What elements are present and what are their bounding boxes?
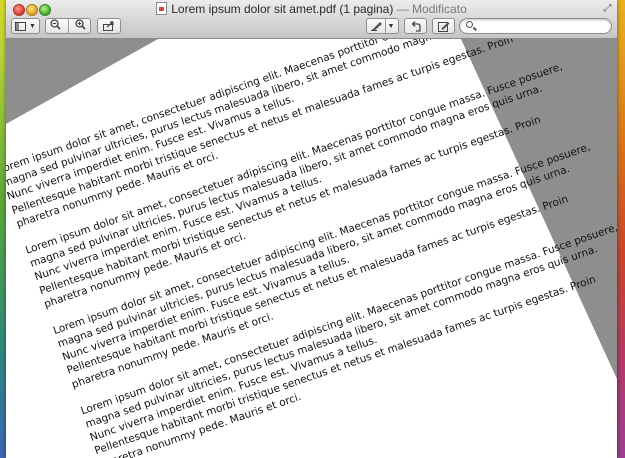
zoom-out-button[interactable] <box>46 19 66 33</box>
toolbar: ▼ ▼ <box>6 17 617 37</box>
pen-icon <box>370 22 382 31</box>
title-separator: — <box>396 2 409 16</box>
zoom-in-icon <box>75 19 86 30</box>
chevron-down-icon: ▼ <box>387 22 395 30</box>
fullscreen-icon[interactable]: ⤢ <box>602 3 613 14</box>
annotate-button[interactable]: ▼ <box>366 18 399 34</box>
sidebar-view-button[interactable]: ▼ <box>11 18 40 34</box>
title-bar[interactable]: Lorem ipsum dolor sit amet.pdf (1 pagina… <box>6 0 617 39</box>
zoom-out-icon <box>50 19 61 30</box>
toolbar-separator <box>384 18 386 34</box>
search-field[interactable] <box>459 18 612 34</box>
window-title: Lorem ipsum dolor sit amet.pdf (1 pagina… <box>6 2 617 17</box>
document-viewer[interactable]: Lorem ipsum dolor sit amet, consectetuer… <box>6 39 617 458</box>
sidebar-icon <box>15 21 27 31</box>
rotate-icon <box>411 20 421 32</box>
zoom-in-button[interactable] <box>70 19 90 33</box>
chevron-down-icon: ▼ <box>29 22 36 30</box>
search-input[interactable] <box>478 20 606 32</box>
search-icon <box>466 21 473 28</box>
desktop-background-right <box>617 0 625 458</box>
zoom-control <box>45 18 91 34</box>
edit-toolbar-button[interactable] <box>432 18 455 34</box>
toolbar-separator <box>67 18 69 34</box>
modified-status: Modificato <box>412 2 467 16</box>
window-title-text: Lorem ipsum dolor sit amet.pdf (1 pagina… <box>171 2 394 16</box>
share-icon <box>103 21 114 31</box>
edit-icon <box>437 21 449 32</box>
rotate-button[interactable] <box>404 18 427 34</box>
share-button[interactable] <box>97 18 121 34</box>
pdf-document-icon <box>156 2 168 15</box>
preview-window: Lorem ipsum dolor sit amet.pdf (1 pagina… <box>6 0 617 458</box>
